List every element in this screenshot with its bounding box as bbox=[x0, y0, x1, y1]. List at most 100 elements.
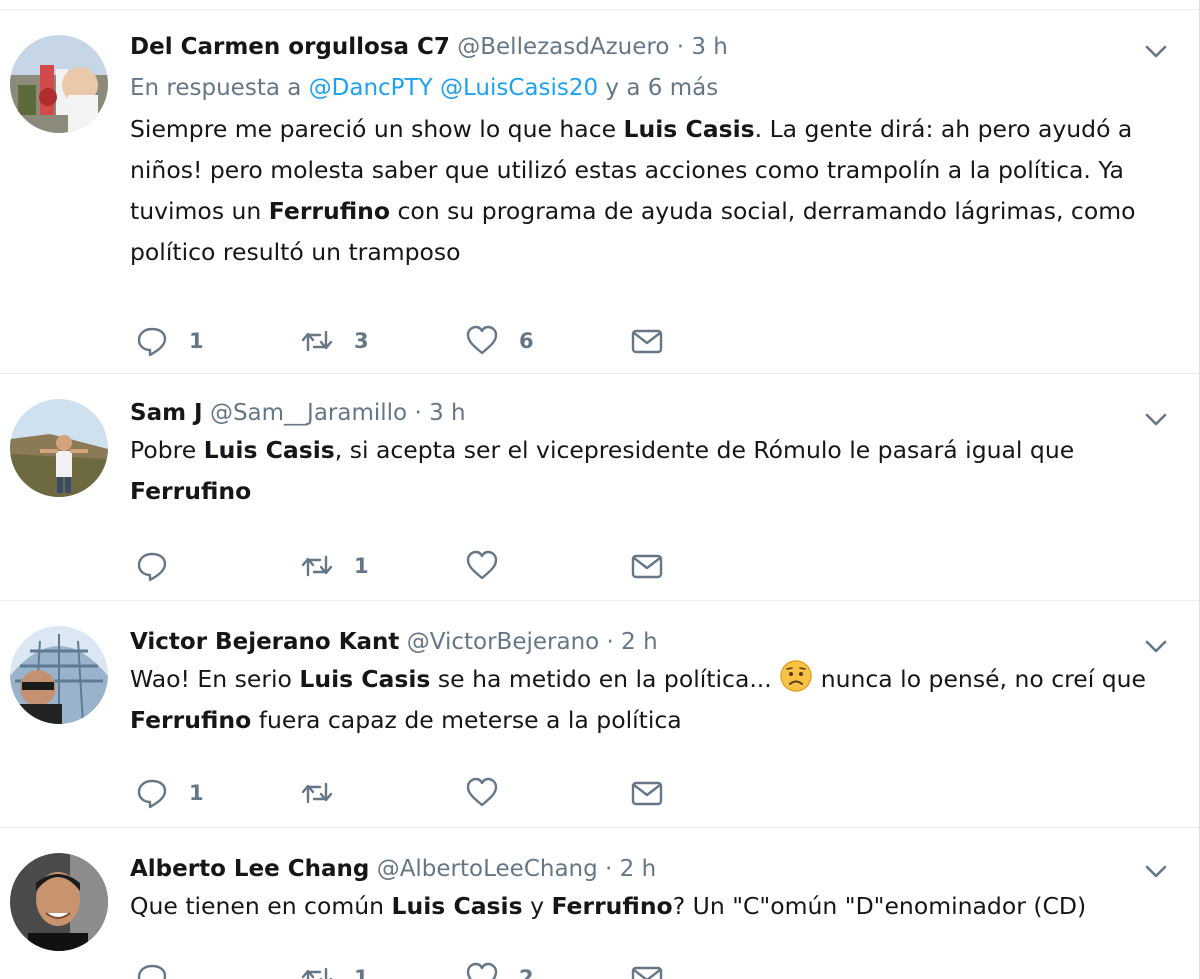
text-segment: Que tienen en común bbox=[130, 892, 392, 920]
retweet-button[interactable]: 3 bbox=[300, 321, 369, 361]
retweet-button[interactable]: 1 bbox=[300, 958, 369, 979]
envelope-icon bbox=[631, 966, 663, 979]
timestamp[interactable]: 3 h bbox=[691, 34, 728, 60]
reply-count: 1 bbox=[189, 329, 204, 353]
like-button[interactable]: 6 bbox=[465, 321, 534, 361]
highlighted-term: Ferrufino bbox=[130, 477, 252, 505]
tweet[interactable]: Sam J @Sam__Jaramillo · 3 h Pobre Luis C… bbox=[0, 374, 1199, 601]
reply-icon bbox=[137, 552, 167, 582]
user-handle[interactable]: @VictorBejerano bbox=[407, 629, 599, 655]
tweet[interactable]: Del Carmen orgullosa C7 @BellezasdAzuero… bbox=[0, 10, 1199, 374]
like-button[interactable] bbox=[465, 546, 519, 586]
top-divider bbox=[0, 0, 1200, 10]
user-handle[interactable]: @Sam__Jaramillo bbox=[210, 400, 407, 426]
retweet-icon bbox=[301, 967, 333, 979]
reply-icon bbox=[137, 327, 167, 357]
heart-icon bbox=[466, 550, 498, 580]
text-segment: ? Un "C"omún "D"enominador (CD) bbox=[672, 892, 1087, 920]
highlighted-term: Luis Casis bbox=[299, 665, 431, 693]
direct-message-button[interactable] bbox=[630, 546, 664, 586]
avatar[interactable] bbox=[10, 626, 108, 724]
heart-icon bbox=[466, 777, 498, 807]
separator-dot: · bbox=[414, 400, 422, 426]
direct-message-button[interactable] bbox=[630, 321, 664, 361]
like-button[interactable]: 2 bbox=[465, 958, 534, 979]
mention-link[interactable]: @LuisCasis20 bbox=[440, 75, 598, 101]
envelope-icon bbox=[631, 554, 663, 579]
retweet-button[interactable]: 1 bbox=[300, 546, 369, 586]
highlighted-term: Ferrufino bbox=[130, 706, 252, 734]
avatar[interactable] bbox=[10, 853, 108, 951]
text-segment: y bbox=[522, 892, 552, 920]
text-segment: se ha metido en la política... bbox=[430, 665, 780, 693]
separator-dot: · bbox=[606, 629, 614, 655]
envelope-icon bbox=[631, 329, 663, 354]
display-name[interactable]: Del Carmen orgullosa C7 bbox=[130, 34, 450, 60]
display-name[interactable]: Victor Bejerano Kant bbox=[130, 629, 399, 655]
tweet-text: Que tienen en común Luis Casis y Ferrufi… bbox=[130, 886, 1175, 927]
separator-dot: · bbox=[676, 34, 685, 60]
reply-button[interactable] bbox=[135, 958, 189, 979]
retweet-icon bbox=[301, 330, 333, 352]
display-name[interactable]: Alberto Lee Chang bbox=[130, 856, 369, 882]
highlighted-term: Ferrufino bbox=[551, 892, 673, 920]
text-segment: , si acepta ser el vicepresidente de Róm… bbox=[334, 436, 1075, 464]
reply-context: En respuesta a @DancPTY @LuisCasis20 y a… bbox=[130, 73, 1175, 103]
tweet[interactable]: Alberto Lee Chang @AlbertoLeeChang · 2 h… bbox=[0, 828, 1199, 979]
timestamp[interactable]: 2 h bbox=[620, 856, 657, 882]
reply-icon bbox=[137, 964, 167, 979]
text-segment: Wao! En serio bbox=[130, 665, 300, 693]
tweet-header: Del Carmen orgullosa C7 @BellezasdAzuero… bbox=[130, 32, 1175, 62]
retweet-icon bbox=[301, 555, 333, 577]
direct-message-button[interactable] bbox=[630, 773, 664, 813]
tweet-header: Alberto Lee Chang @AlbertoLeeChang · 2 h bbox=[130, 854, 1175, 884]
tweet-header: Victor Bejerano Kant @VictorBejerano · 2… bbox=[130, 627, 1175, 657]
like-button[interactable] bbox=[465, 773, 519, 813]
highlighted-term: Luis Casis bbox=[391, 892, 523, 920]
retweet-icon bbox=[301, 782, 333, 804]
tweet-header: Sam J @Sam__Jaramillo · 3 h bbox=[130, 398, 1175, 428]
reply-icon bbox=[137, 779, 167, 809]
user-handle[interactable]: @AlbertoLeeChang bbox=[377, 856, 598, 882]
text-segment: nunca lo pensé, no creí que bbox=[813, 665, 1146, 693]
text-segment: Siempre me pareció un show lo que hace bbox=[130, 115, 624, 143]
reply-button[interactable]: 1 bbox=[135, 773, 204, 813]
like-count: 6 bbox=[519, 329, 534, 353]
tweet-text: Siempre me pareció un show lo que hace L… bbox=[130, 109, 1175, 273]
chevron-down-icon[interactable] bbox=[1143, 633, 1169, 659]
chevron-down-icon[interactable] bbox=[1143, 406, 1169, 432]
tweet[interactable]: Victor Bejerano Kant @VictorBejerano · 2… bbox=[0, 601, 1199, 828]
highlighted-term: Ferrufino bbox=[268, 197, 391, 225]
chevron-down-icon[interactable] bbox=[1143, 38, 1169, 64]
highlighted-term: Luis Casis bbox=[623, 115, 755, 143]
direct-message-button[interactable] bbox=[630, 958, 664, 979]
tweet-text: Pobre Luis Casis, si acepta ser el vicep… bbox=[130, 430, 1175, 512]
user-handle[interactable]: @BellezasdAzuero bbox=[457, 34, 669, 60]
reply-suffix[interactable]: y a 6 más bbox=[605, 75, 718, 101]
reply-button[interactable] bbox=[135, 546, 189, 586]
tweet-text: Wao! En serio Luis Casis se ha metido en… bbox=[130, 659, 1175, 741]
envelope-icon bbox=[631, 781, 663, 806]
timestamp[interactable]: 2 h bbox=[621, 629, 658, 655]
heart-icon bbox=[466, 962, 498, 979]
retweet-button[interactable] bbox=[300, 773, 354, 813]
separator-dot: · bbox=[605, 856, 613, 882]
heart-icon bbox=[466, 325, 498, 355]
like-count: 2 bbox=[519, 966, 534, 979]
text-segment: fuera capaz de meterse a la política bbox=[251, 706, 682, 734]
avatar[interactable] bbox=[10, 399, 108, 497]
timestamp[interactable]: 3 h bbox=[429, 400, 466, 426]
retweet-count: 1 bbox=[354, 966, 369, 979]
reply-count: 1 bbox=[189, 781, 204, 805]
highlighted-term: Luis Casis bbox=[203, 436, 335, 464]
reply-button[interactable]: 1 bbox=[135, 321, 204, 361]
mention-link[interactable]: @DancPTY bbox=[309, 75, 433, 101]
text-segment: Pobre bbox=[130, 436, 204, 464]
chevron-down-icon[interactable] bbox=[1143, 858, 1169, 884]
retweet-count: 1 bbox=[354, 554, 369, 578]
reply-prefix: En respuesta a bbox=[130, 75, 302, 101]
display-name[interactable]: Sam J bbox=[130, 400, 203, 426]
retweet-count: 3 bbox=[354, 329, 369, 353]
avatar[interactable] bbox=[10, 35, 108, 133]
worried-face-emoji bbox=[780, 660, 812, 692]
